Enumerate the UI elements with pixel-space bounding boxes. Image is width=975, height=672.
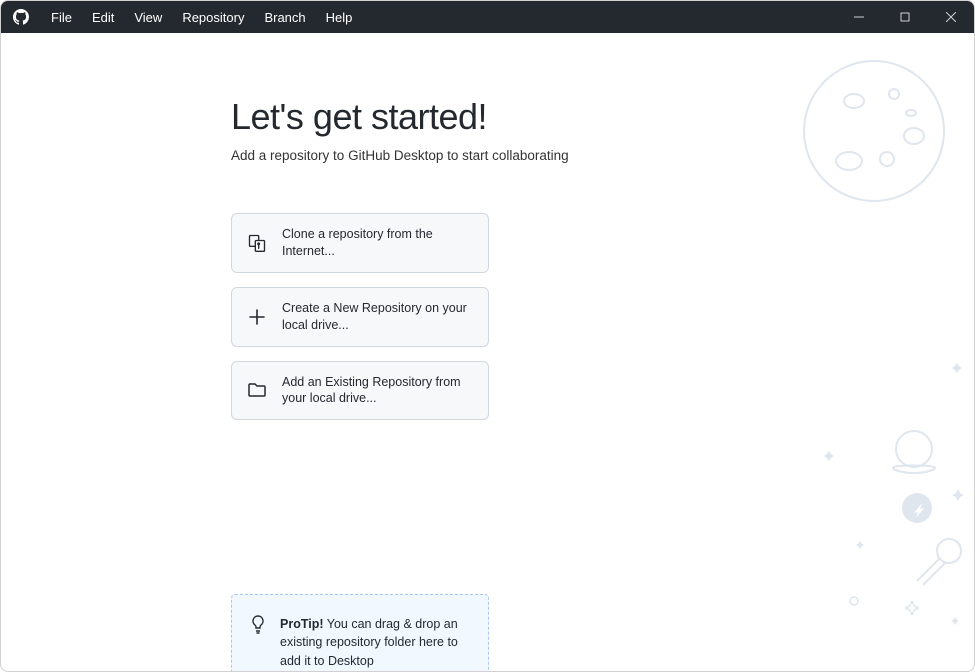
add-existing-repo-label: Add an Existing Repository from your loc…: [282, 374, 474, 408]
decor-illustration: [734, 41, 974, 671]
menu-view[interactable]: View: [124, 1, 172, 33]
menu-edit[interactable]: Edit: [82, 1, 124, 33]
welcome-content: Let's get started! Add a repository to G…: [231, 96, 721, 672]
menu-help[interactable]: Help: [316, 1, 363, 33]
plus-icon: [246, 308, 268, 326]
page-title: Let's get started!: [231, 96, 721, 138]
clone-repo-label: Clone a repository from the Internet...: [282, 226, 474, 260]
lightbulb-icon: [250, 615, 268, 669]
protip-box: ProTip! You can drag & drop an existing …: [231, 594, 489, 672]
folder-icon: [246, 381, 268, 399]
app-window: File Edit View Repository Branch Help: [0, 0, 975, 672]
actions-list: Clone a repository from the Internet... …: [231, 213, 489, 420]
menu-branch[interactable]: Branch: [254, 1, 315, 33]
menu-repository[interactable]: Repository: [172, 1, 254, 33]
create-repo-label: Create a New Repository on your local dr…: [282, 300, 474, 334]
menubar: File Edit View Repository Branch Help: [1, 1, 974, 33]
clone-repo-button[interactable]: Clone a repository from the Internet...: [231, 213, 489, 273]
page-subtitle: Add a repository to GitHub Desktop to st…: [231, 148, 721, 163]
minimize-button[interactable]: [836, 1, 882, 33]
close-button[interactable]: [928, 1, 974, 33]
window-controls: [836, 1, 974, 33]
repo-clone-icon: [246, 233, 268, 253]
add-existing-repo-button[interactable]: Add an Existing Repository from your loc…: [231, 361, 489, 421]
menu-file[interactable]: File: [41, 1, 82, 33]
maximize-button[interactable]: [882, 1, 928, 33]
protip-text: ProTip! You can drag & drop an existing …: [280, 615, 470, 669]
protip-label: ProTip!: [280, 617, 324, 631]
create-repo-button[interactable]: Create a New Repository on your local dr…: [231, 287, 489, 347]
github-logo-icon: [1, 9, 41, 25]
